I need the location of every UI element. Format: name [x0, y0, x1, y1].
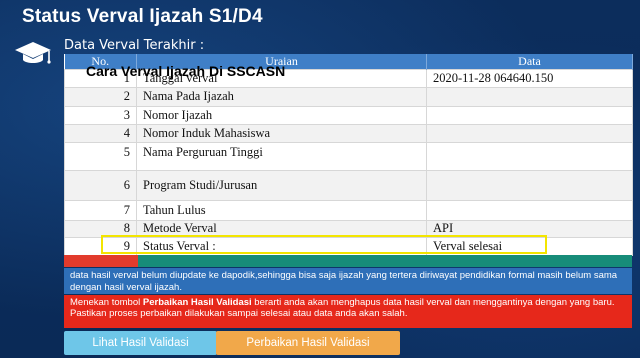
row-uraian: Nama Perguruan Tinggi [136, 141, 427, 171]
row-uraian: Nomor Induk Mahasiswa [136, 123, 427, 143]
table-row: 9 Status Verval : Verval selesai [64, 236, 633, 256]
warning-prefix: Menekan tombol [70, 297, 143, 308]
watermark-text: Cara Verval Ijazah Di SSCASN [86, 63, 286, 79]
row-uraian: Tahun Lulus [136, 199, 427, 221]
row-data [426, 169, 633, 201]
row-uraian: Status Verval : [136, 236, 427, 256]
row-data [426, 86, 633, 107]
divider-accent [64, 255, 138, 267]
row-no: 8 [64, 219, 137, 238]
row-data: Verval selesai [426, 236, 633, 256]
row-no: 3 [64, 105, 137, 125]
row-uraian: Program Studi/Jurusan [136, 169, 427, 201]
row-no: 6 [64, 169, 137, 201]
table-row: 4 Nomor Induk Mahasiswa [64, 123, 633, 143]
row-no: 5 [64, 141, 137, 171]
verval-table: No. Uraian Data 1 Tanggal verval 2020-11… [64, 54, 633, 256]
info-notice: data hasil verval belum diupdate ke dapo… [64, 268, 632, 294]
row-data [426, 199, 633, 221]
graduation-cap-icon [15, 42, 51, 64]
row-no: 2 [64, 86, 137, 107]
divider-bar [64, 255, 632, 267]
page-title: Status Verval Ijazah S1/D4 [22, 6, 263, 27]
lihat-hasil-validasi-button[interactable]: Lihat Hasil Validasi [64, 331, 217, 355]
perbaikan-hasil-validasi-button[interactable]: Perbaikan Hasil Validasi [216, 331, 400, 355]
row-no: 9 [64, 236, 137, 256]
row-uraian: Nomor Ijazah [136, 105, 427, 125]
table-row: 7 Tahun Lulus [64, 199, 633, 221]
row-data: API [426, 219, 633, 238]
row-uraian: Metode Verval [136, 219, 427, 238]
warning-emphasis: Perbaikan Hasil Validasi [142, 297, 252, 308]
warning-notice: Menekan tombol Perbaikan Hasil Validasi … [64, 295, 632, 328]
row-data: 2020-11-28 064640.150 [426, 68, 633, 88]
header-data: Data [426, 54, 633, 69]
table-row: 8 Metode Verval API [64, 219, 633, 238]
row-no: 7 [64, 199, 137, 221]
table-row: 5 Nama Perguruan Tinggi [64, 141, 633, 171]
row-data [426, 105, 633, 125]
row-uraian: Nama Pada Ijazah [136, 86, 427, 107]
table-row: 2 Nama Pada Ijazah [64, 86, 633, 107]
row-no: 4 [64, 123, 137, 143]
section-subtitle: Data Verval Terakhir : [64, 38, 205, 53]
table-row: 3 Nomor Ijazah [64, 105, 633, 125]
row-data [426, 123, 633, 143]
table-row: 6 Program Studi/Jurusan [64, 169, 633, 201]
row-data [426, 141, 633, 171]
